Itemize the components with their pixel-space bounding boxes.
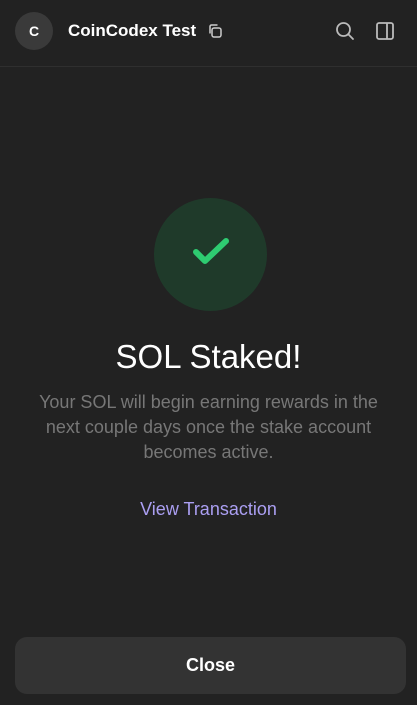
success-title: SOL Staked!	[115, 338, 302, 375]
account-name[interactable]: CoinCodex Test	[68, 21, 196, 41]
success-indicator	[154, 198, 267, 311]
sidebar-toggle-icon[interactable]	[373, 19, 397, 43]
header: C CoinCodex Test	[0, 0, 417, 67]
account-avatar[interactable]: C	[15, 12, 53, 50]
search-icon[interactable]	[333, 19, 357, 43]
view-transaction-link[interactable]: View Transaction	[0, 499, 417, 520]
staking-success-screen: C CoinCodex Test SOL Staked! Your SOL wi…	[0, 0, 417, 705]
success-description: Your SOL will begin earning rewards in t…	[39, 392, 378, 462]
close-button[interactable]: Close	[15, 637, 406, 694]
avatar-initial: C	[28, 23, 40, 39]
checkmark-icon	[191, 236, 231, 273]
copy-icon[interactable]	[206, 22, 224, 40]
